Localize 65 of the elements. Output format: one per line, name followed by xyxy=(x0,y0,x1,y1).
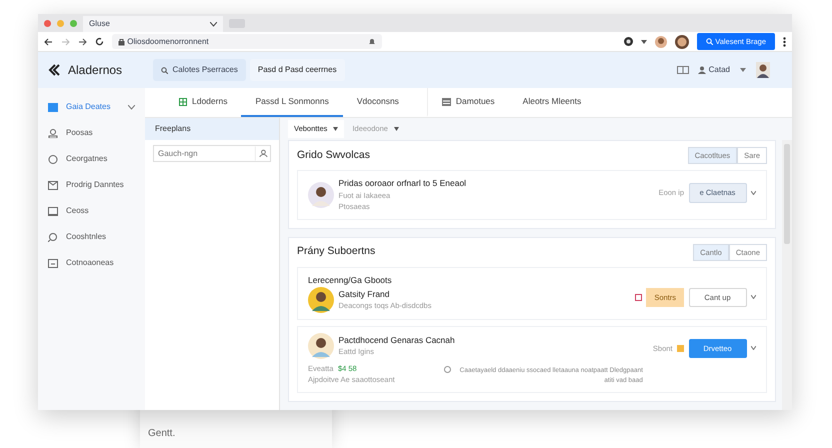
grid-icon xyxy=(179,98,187,106)
caret-icon xyxy=(394,127,399,132)
logo-icon xyxy=(48,64,60,76)
tab-title: Gluse xyxy=(89,18,110,30)
url-text: Oliosdoomenorronnent xyxy=(127,36,209,48)
sidebar-item[interactable]: Ceoss xyxy=(38,198,145,224)
mail-icon xyxy=(48,180,58,190)
forward-icon[interactable] xyxy=(78,38,87,46)
sidebar-item[interactable]: Cooshtnles xyxy=(38,224,145,250)
sidebar-item[interactable]: Gaia Deates xyxy=(38,94,145,120)
menu-icon[interactable] xyxy=(783,36,786,46)
caret-icon[interactable] xyxy=(740,68,746,72)
avatar xyxy=(308,182,334,208)
browser-tab[interactable]: Gluse xyxy=(83,16,223,32)
bell-icon[interactable] xyxy=(368,38,376,46)
nav-tab[interactable]: Damotues xyxy=(426,88,509,117)
user-icon xyxy=(698,66,706,74)
section-title: Prány Suboertns xyxy=(297,244,376,260)
address-field[interactable]: Oliosdoomenorronnent xyxy=(112,34,382,49)
columns-icon[interactable] xyxy=(677,66,690,74)
chevron-icon xyxy=(128,104,135,110)
item-title: Pactdhocend Genaras Cacnah xyxy=(338,334,455,346)
chevron-icon[interactable] xyxy=(751,295,756,300)
sidebar-item[interactable]: Ceorgatnes xyxy=(38,146,145,172)
chevron-icon[interactable] xyxy=(751,346,756,350)
circle-icon xyxy=(48,154,58,164)
list-icon xyxy=(442,98,451,106)
caption-text: Gentt. xyxy=(148,427,176,441)
search-chip[interactable]: Calotes Pserraces xyxy=(153,59,246,81)
user-menu[interactable]: Catad xyxy=(698,64,730,76)
chevron-icon[interactable] xyxy=(210,22,217,26)
lock-icon xyxy=(118,38,125,46)
chevron-icon[interactable] xyxy=(751,190,756,195)
search-icon xyxy=(161,66,168,74)
calendar-icon xyxy=(634,294,642,301)
sidebar-item[interactable]: Prodrig Danntes xyxy=(38,172,145,198)
avatar xyxy=(308,286,334,312)
reload-icon[interactable] xyxy=(95,37,104,46)
info-icon xyxy=(444,366,451,373)
nav-tab[interactable]: Aleotrs Mleents xyxy=(508,88,596,117)
user-icon xyxy=(48,128,58,138)
monitor-icon xyxy=(48,206,58,216)
item-title: Gatsity Frand xyxy=(338,288,391,300)
sidebar-item[interactable]: Cotnoaoneas xyxy=(38,250,145,276)
caret-icon xyxy=(333,127,338,132)
item-title: Pridas ooroaor orfnarl to 5 Eneaol xyxy=(338,177,466,190)
square-icon xyxy=(48,102,58,112)
avatar xyxy=(308,332,334,358)
search-icon xyxy=(706,38,714,45)
nav-tab[interactable]: Ldoderns xyxy=(165,88,242,117)
document-icon xyxy=(48,258,58,268)
search-icon xyxy=(48,232,58,242)
panel-header: Freeplans xyxy=(145,118,279,140)
filter-chip[interactable]: Pasd d Pasd ceerrnes xyxy=(250,59,345,81)
profile-icon[interactable] xyxy=(655,36,668,48)
profile-icon[interactable] xyxy=(675,34,690,48)
caret-icon[interactable] xyxy=(641,40,648,44)
nav-tab[interactable]: Vdoconsns xyxy=(342,88,413,117)
app-name: Aladernos xyxy=(68,62,122,79)
avatar[interactable] xyxy=(756,62,770,78)
scrollbar-thumb[interactable] xyxy=(784,144,790,244)
back-icon[interactable] xyxy=(44,38,53,46)
item-label: Lerecenng/Ga Gboots xyxy=(308,274,393,286)
section-title: Grido Swvolcas xyxy=(297,148,370,163)
sidebar-item[interactable]: Poosas xyxy=(38,120,145,146)
